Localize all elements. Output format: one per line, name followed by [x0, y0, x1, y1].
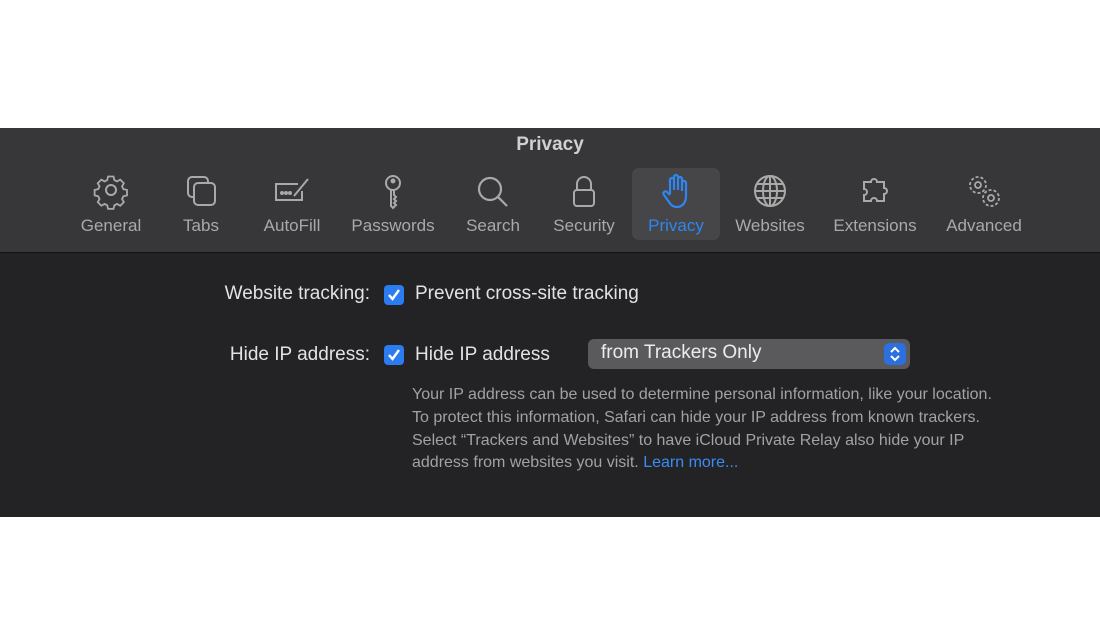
puzzle-icon: [863, 178, 888, 202]
hide-ip-address-checkbox[interactable]: [384, 345, 404, 365]
tab-label: Security: [553, 216, 615, 235]
globe-icon: [754, 175, 786, 207]
website-tracking-label: Website tracking:: [224, 283, 370, 304]
tab-passwords[interactable]: Passwords: [344, 168, 442, 240]
tab-label: Passwords: [351, 216, 435, 235]
select-value: from Trackers Only: [601, 342, 762, 363]
toolbar: Privacy General Tabs AutoFill Passwords …: [0, 128, 1100, 253]
gears-icon: [969, 176, 1000, 207]
key-icon: [385, 175, 401, 210]
hide-ip-address-label: Hide IP address:: [229, 344, 370, 365]
tab-label: General: [80, 216, 142, 235]
tab-autofill[interactable]: AutoFill: [252, 168, 332, 240]
tab-general[interactable]: General: [72, 168, 150, 240]
hide-ip-address-checkbox-label[interactable]: Hide IP address: [415, 344, 550, 366]
tab-label: Search: [466, 216, 520, 235]
tab-security[interactable]: Security: [545, 168, 623, 240]
prevent-cross-site-tracking-label[interactable]: Prevent cross-site tracking: [415, 283, 639, 305]
tab-extensions[interactable]: Extensions: [826, 168, 924, 240]
tab-label: Privacy: [648, 216, 704, 235]
hide-ip-scope-select[interactable]: from Trackers Only: [588, 339, 910, 369]
checkmark-icon: [388, 349, 400, 361]
tab-label: Websites: [735, 216, 805, 235]
tab-privacy[interactable]: Privacy: [632, 168, 720, 240]
tab-websites[interactable]: Websites: [728, 168, 812, 240]
tab-label: Extensions: [833, 216, 917, 235]
prevent-cross-site-tracking-checkbox[interactable]: [384, 285, 404, 305]
learn-more-link[interactable]: Learn more...: [643, 454, 738, 471]
tab-label: AutoFill: [263, 216, 321, 235]
hand-icon: [662, 173, 688, 209]
select-stepper: [884, 343, 906, 365]
magnifier-icon: [477, 176, 508, 207]
chevron-up-down-icon: [890, 346, 900, 362]
lock-icon: [573, 176, 595, 207]
tab-search[interactable]: Search: [460, 168, 526, 240]
tab-label: Tabs: [183, 216, 219, 235]
gear-icon: [93, 175, 128, 210]
tab-tabs[interactable]: Tabs: [170, 168, 232, 240]
checkmark-icon: [388, 289, 400, 301]
window-title: Privacy: [516, 134, 584, 155]
privacy-preferences-window: Privacy General Tabs AutoFill Passwords …: [0, 128, 1100, 517]
tab-advanced[interactable]: Advanced: [940, 168, 1028, 240]
autofill-icon: [275, 178, 309, 201]
hide-ip-description: Your IP address can be used to determine…: [412, 384, 1002, 475]
tab-label: Advanced: [946, 216, 1022, 235]
tabs-icon: [187, 176, 216, 206]
